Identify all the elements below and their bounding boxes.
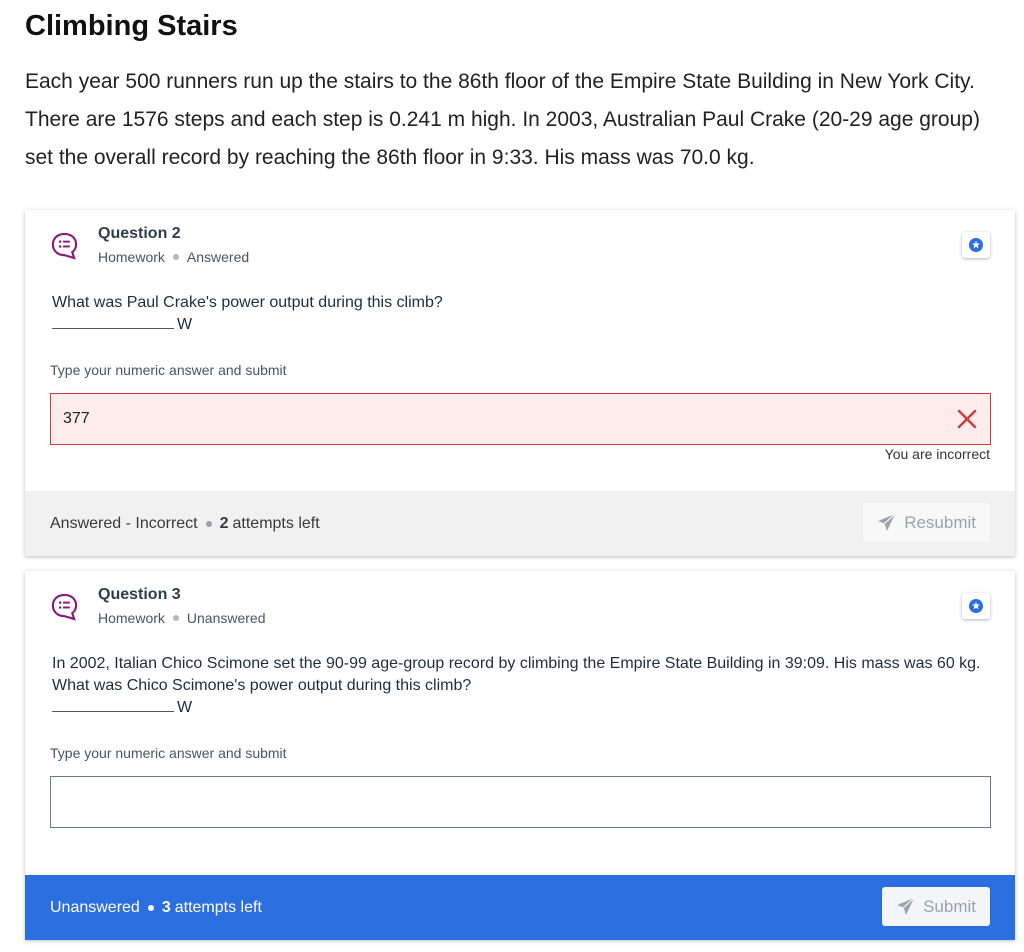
- separator-dot: [172, 615, 179, 621]
- feedback-text: You are incorrect: [884, 446, 990, 462]
- answer-input[interactable]: [50, 776, 991, 828]
- close-icon: [957, 409, 977, 429]
- footer-status: Answered - Incorrect: [50, 514, 198, 532]
- question-title: Question 3: [98, 586, 181, 603]
- attempts-text: attempts left: [232, 514, 320, 532]
- question-meta: Homework Unanswered: [98, 610, 266, 626]
- button-label: Resubmit: [904, 512, 976, 532]
- question-state: Unanswered: [186, 610, 266, 626]
- bookmark-button[interactable]: [962, 593, 990, 619]
- question-text: What was Paul Crake's power output durin…: [52, 294, 443, 311]
- input-label: Type your numeric answer and submit: [50, 745, 287, 761]
- answer-input[interactable]: 377: [50, 393, 991, 445]
- input-label: Type your numeric answer and submit: [50, 362, 287, 378]
- problem-intro: Each year 500 runners run up the stairs …: [25, 70, 980, 169]
- attempts-text: attempts left: [174, 898, 262, 916]
- submit-button[interactable]: Submit: [882, 887, 990, 926]
- question-meta: Homework Answered: [98, 249, 249, 265]
- resubmit-button[interactable]: Resubmit: [863, 503, 990, 542]
- attempts-count: 3: [161, 898, 171, 916]
- question-category: Homework: [98, 610, 165, 626]
- separator-dot: [205, 520, 212, 527]
- star-badge-icon: [969, 599, 983, 613]
- paper-plane-icon: [897, 897, 915, 916]
- answer-blank: W: [52, 697, 992, 719]
- question-text: In 2002, Italian Chico Scimone set the 9…: [52, 655, 981, 694]
- question-text-block: In 2002, Italian Chico Scimone set the 9…: [52, 653, 992, 719]
- paper-plane-icon: [878, 513, 896, 532]
- footer-status: Unanswered: [50, 898, 140, 916]
- answer-unit: W: [177, 316, 193, 333]
- button-label: Submit: [923, 896, 976, 916]
- chat-list-icon: [51, 232, 78, 260]
- question-card-3: Question 3 Homework Unanswered In 2002, …: [25, 571, 1015, 940]
- attempt-status: Answered - Incorrect 2 attempts left: [50, 515, 320, 533]
- answer-value: 377: [63, 410, 90, 427]
- chat-list-icon: [51, 593, 78, 621]
- page-title: Climbing Stairs: [25, 10, 238, 42]
- separator-dot: [147, 904, 154, 911]
- question-footer: Unanswered 3 attempts left Submit: [25, 875, 1015, 940]
- answer-blank: W: [52, 314, 443, 336]
- blank-underline: [52, 697, 174, 712]
- attempt-status: Unanswered 3 attempts left: [50, 899, 262, 917]
- separator-dot: [172, 254, 179, 260]
- question-text-block: What was Paul Crake's power output durin…: [52, 292, 443, 336]
- question-state: Answered: [186, 249, 250, 265]
- blank-underline: [52, 314, 174, 329]
- answer-unit: W: [177, 699, 193, 716]
- star-badge-icon: [969, 238, 983, 252]
- question-title: Question 2: [98, 225, 181, 242]
- question-footer: Answered - Incorrect 2 attempts left Res…: [25, 491, 1015, 556]
- question-category: Homework: [98, 249, 165, 265]
- question-card-2: Question 2 Homework Answered What was Pa…: [25, 210, 1015, 556]
- bookmark-button[interactable]: [962, 232, 990, 258]
- attempts-count: 2: [219, 514, 229, 532]
